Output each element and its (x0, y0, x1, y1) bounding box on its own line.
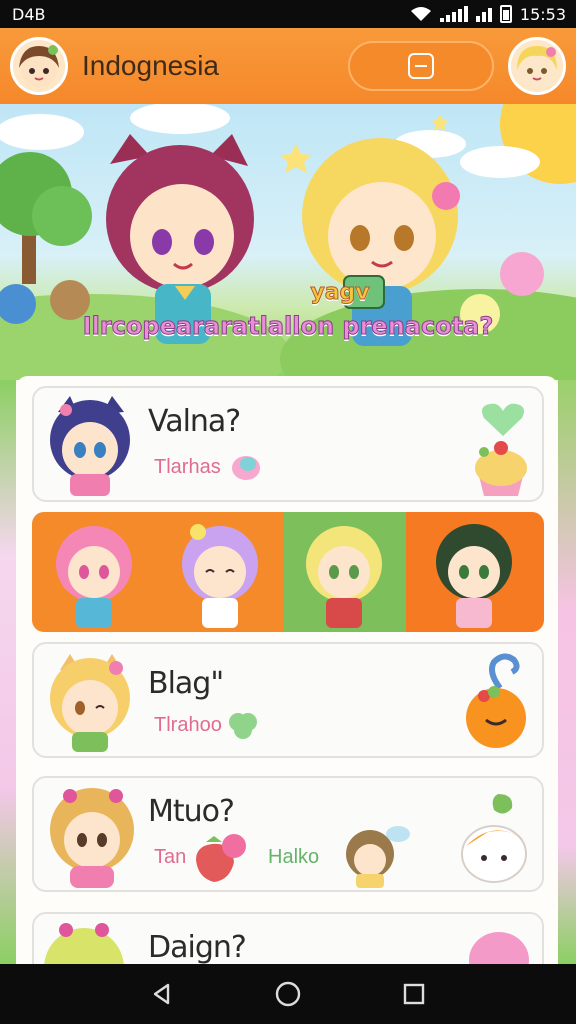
card-subtitle: Tlrahoo (154, 714, 222, 736)
character-tile[interactable] (406, 512, 544, 632)
content-panel: Valna? Tlarhas Blag" Tlrahoo Mtuo? Tan H… (16, 376, 558, 976)
card-title: Mtuo? (148, 794, 235, 829)
status-bar: D4B 15:53 (0, 0, 576, 28)
card-subtitle: Tlarhas (154, 456, 221, 478)
avatar-left[interactable] (10, 37, 68, 95)
character-tile[interactable] (32, 512, 158, 632)
card-subtitle-secondary: Halko (268, 846, 320, 868)
list-item[interactable]: Blag" Tlrahoo (32, 642, 544, 758)
character-avatar-small (346, 826, 410, 888)
back-icon[interactable] (150, 982, 174, 1006)
character-avatar (50, 654, 130, 752)
hero-banner: yagv Ilrcopeararatlallon prenacota? (0, 104, 576, 380)
status-left-text: D4B (12, 4, 46, 24)
character-tile[interactable] (158, 512, 284, 632)
character-strip[interactable] (32, 512, 544, 632)
orange-mascot-icon (466, 653, 526, 748)
home-icon[interactable] (275, 981, 301, 1007)
recents-icon[interactable] (402, 982, 426, 1006)
wifi-icon (410, 7, 431, 21)
character-tile[interactable] (284, 512, 406, 632)
candy-icon (232, 456, 260, 480)
status-time: 15:53 (519, 4, 566, 24)
system-nav-bar (0, 964, 576, 1024)
card-title: Valna? (148, 404, 241, 439)
banner-caption-bottom: Ilrcopeararatlallon prenacota? (82, 312, 494, 341)
app-bar: Indognesia (0, 28, 576, 104)
banner-caption-top: yagv (310, 280, 370, 306)
list-item[interactable]: Valna? Tlarhas (32, 386, 544, 502)
card-title: Daign? (148, 930, 247, 965)
signal-icon-2 (475, 6, 492, 22)
character-avatar (50, 396, 130, 496)
minus-square-icon (408, 53, 434, 79)
search-button[interactable] (348, 41, 494, 91)
list-item[interactable]: Mtuo? Tan Halko (32, 776, 544, 892)
character-avatar (50, 788, 134, 888)
side-scenery-right (558, 380, 576, 964)
rice-ball-icon (461, 794, 527, 883)
clover-icon (229, 713, 257, 739)
card-title: Blag" (148, 666, 224, 701)
cupcake-icon (475, 441, 527, 496)
signal-icon (439, 6, 468, 22)
side-scenery-left (0, 380, 16, 964)
card-subtitle: Tan (154, 846, 187, 868)
avatar-right[interactable] (508, 37, 566, 95)
strawberry-icon (196, 834, 246, 882)
heart-icon[interactable] (480, 402, 526, 438)
app-title: Indognesia (82, 50, 220, 81)
battery-icon (499, 5, 512, 23)
